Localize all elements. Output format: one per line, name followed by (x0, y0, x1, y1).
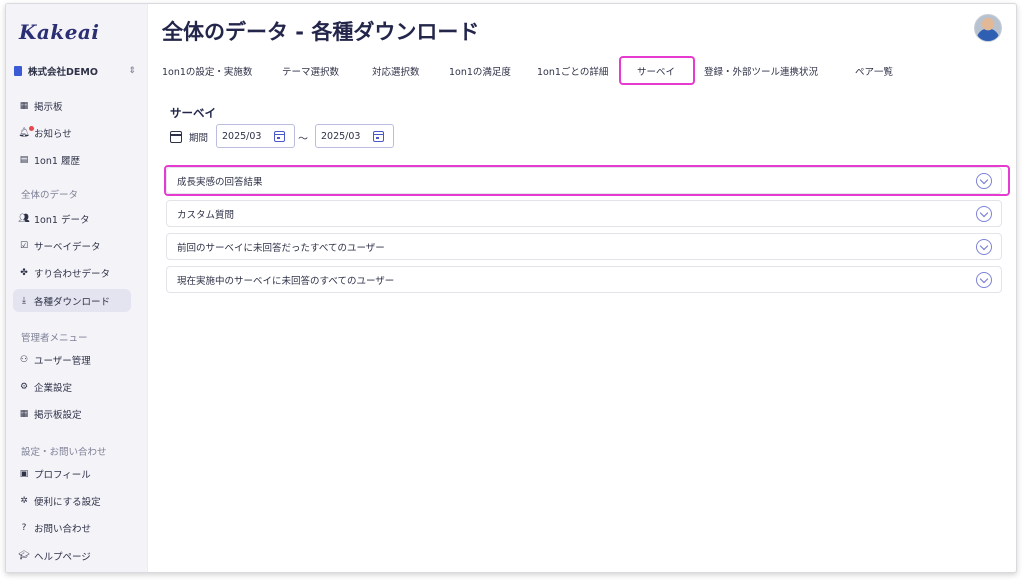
sidebar-item-label: 1on1 履歴 (34, 155, 80, 167)
sidebar-item-history[interactable]: ▤ 1on1 履歴 (13, 148, 131, 171)
tab-response-selections[interactable]: 対応選択数 (372, 64, 420, 78)
sidebar-item-board[interactable]: ▦ 掲示板 (13, 94, 131, 117)
sidebar-item-label: お知らせ (34, 128, 72, 140)
accordion-previous-unanswered[interactable]: 前回のサーベイに未回答だったすべてのユーザー (166, 233, 1002, 260)
date-to-picker[interactable]: 2025/03 (315, 124, 394, 148)
page-title: 全体のデータ - 各種ダウンロード (162, 20, 480, 44)
sidebar-item-label: 企業設定 (34, 382, 73, 394)
notification-dot (29, 126, 34, 131)
tab-1on1-details[interactable]: 1on1ごとの詳細 (537, 64, 608, 78)
company-settings-icon: ⚙ (19, 381, 29, 392)
accordion-highlight (164, 165, 1010, 196)
tab-theme-selections[interactable]: テーマ選択数 (282, 64, 339, 78)
avatar[interactable] (974, 14, 1002, 42)
sidebar-item-user-management[interactable]: ⚇ ユーザー管理 (13, 348, 131, 371)
tab-1on1-settings[interactable]: 1on1の設定・実施数 (162, 64, 252, 78)
history-icon: ▤ (19, 154, 29, 165)
sidebar-item-label: プロフィール (34, 469, 91, 481)
calendar-icon[interactable] (274, 131, 285, 142)
app-logo[interactable]: Kakeai (19, 20, 99, 44)
sidebar-item-contact[interactable]: ? お問い合わせ (13, 516, 131, 539)
switch-arrows-icon: ⇕ (128, 66, 136, 76)
sidebar-item-label: ヘルプページ (34, 551, 91, 563)
tab-registration-integrations[interactable]: 登録・外部ツール連携状況 (704, 64, 818, 78)
sidebar-item-label: ユーザー管理 (34, 355, 91, 367)
sidebar-item-alignment-data[interactable]: ✤ すり合わせデータ (13, 261, 131, 284)
sidebar-item-profile[interactable]: ▣ プロフィール (13, 462, 131, 485)
graduation-cap-icon: 🎓︎ (18, 550, 30, 561)
period-label: 期間 (170, 125, 208, 149)
section-heading-settings: 設定・お問い合わせ (21, 447, 107, 458)
sidebar-item-board-settings[interactable]: ▦ 掲示板設定 (13, 402, 131, 425)
date-from-value: 2025/03 (222, 130, 262, 142)
checkbox-icon: ☑ (19, 240, 29, 251)
building-icon (14, 66, 22, 76)
sidebar-item-1on1-data[interactable]: 👥︎ 1on1 データ (13, 207, 131, 230)
sidebar-item-notices[interactable]: 🔔︎ お知らせ (13, 121, 131, 144)
download-icon: ⤓ (22, 295, 26, 306)
board-settings-icon: ▦ (19, 408, 29, 419)
company-switcher[interactable]: 株式会社DEMO ⇕ (14, 62, 140, 80)
section-title: サーベイ (170, 106, 216, 120)
date-range-separator: 〜 (298, 134, 308, 145)
company-name: 株式会社DEMO (28, 67, 98, 78)
section-heading-admin: 管理者メニュー (21, 333, 88, 344)
puzzle-icon: ✤ (20, 267, 28, 278)
sidebar-item-downloads[interactable]: ⤓ 各種ダウンロード (13, 289, 131, 312)
help-icon: ? (21, 522, 27, 533)
sidebar-item-preferences[interactable]: ✲ 便利にする設定 (13, 489, 131, 512)
calendar-icon[interactable] (373, 131, 384, 142)
sidebar-item-label: サーベイデータ (34, 241, 101, 253)
sidebar-item-label: 各種ダウンロード (34, 296, 111, 308)
accordion-label: カスタム質問 (177, 209, 235, 221)
sidebar-item-label: 掲示板設定 (34, 409, 82, 421)
sidebar-item-survey-data[interactable]: ☑ サーベイデータ (13, 234, 131, 257)
people-icon: 👥︎ (18, 213, 30, 224)
chevron-down-icon[interactable] (976, 206, 992, 222)
sidebar-item-label: 便利にする設定 (34, 496, 101, 508)
period-text: 期間 (189, 133, 209, 144)
sidebar-item-label: 1on1 データ (34, 214, 90, 226)
sidebar: Kakeai 株式会社DEMO ⇕ ▦ 掲示板 🔔︎ お知らせ ▤ 1on1 履… (6, 4, 148, 572)
main-content: 全体のデータ - 各種ダウンロード 1on1の設定・実施数 テーマ選択数 対応選… (148, 4, 1016, 572)
sidebar-item-label: すり合わせデータ (34, 268, 111, 280)
tab-pair-list[interactable]: ペア一覧 (855, 64, 893, 78)
sidebar-item-company-settings[interactable]: ⚙ 企業設定 (13, 375, 131, 398)
section-heading-all-data: 全体のデータ (21, 190, 79, 201)
user-manage-icon: ⚇ (19, 354, 29, 365)
bell-icon: 🔔︎ (18, 127, 30, 138)
sidebar-item-help-page[interactable]: 🎓︎ ヘルプページ (13, 544, 131, 567)
date-to-value: 2025/03 (321, 130, 361, 142)
accordion-current-unanswered[interactable]: 現在実施中のサーベイに未回答のすべてのユーザー (166, 266, 1002, 293)
accordion-label: 現在実施中のサーベイに未回答のすべてのユーザー (177, 275, 395, 287)
tab-survey-highlight (619, 56, 695, 85)
profile-icon: ▣ (19, 468, 29, 479)
accordion-label: 前回のサーベイに未回答だったすべてのユーザー (177, 242, 385, 254)
chevron-down-icon[interactable] (976, 239, 992, 255)
accordion-custom-questions[interactable]: カスタム質問 (166, 200, 1002, 227)
date-from-picker[interactable]: 2025/03 (216, 124, 295, 148)
tab-1on1-satisfaction[interactable]: 1on1の満足度 (449, 64, 511, 78)
chevron-down-icon[interactable] (976, 272, 992, 288)
sidebar-item-label: 掲示板 (34, 101, 63, 113)
board-icon: ▦ (19, 100, 29, 111)
app-window: Kakeai 株式会社DEMO ⇕ ▦ 掲示板 🔔︎ お知らせ ▤ 1on1 履… (5, 3, 1017, 573)
sidebar-item-label: お問い合わせ (34, 523, 92, 535)
calendar-icon (170, 131, 182, 143)
gear-icon: ✲ (20, 495, 28, 506)
